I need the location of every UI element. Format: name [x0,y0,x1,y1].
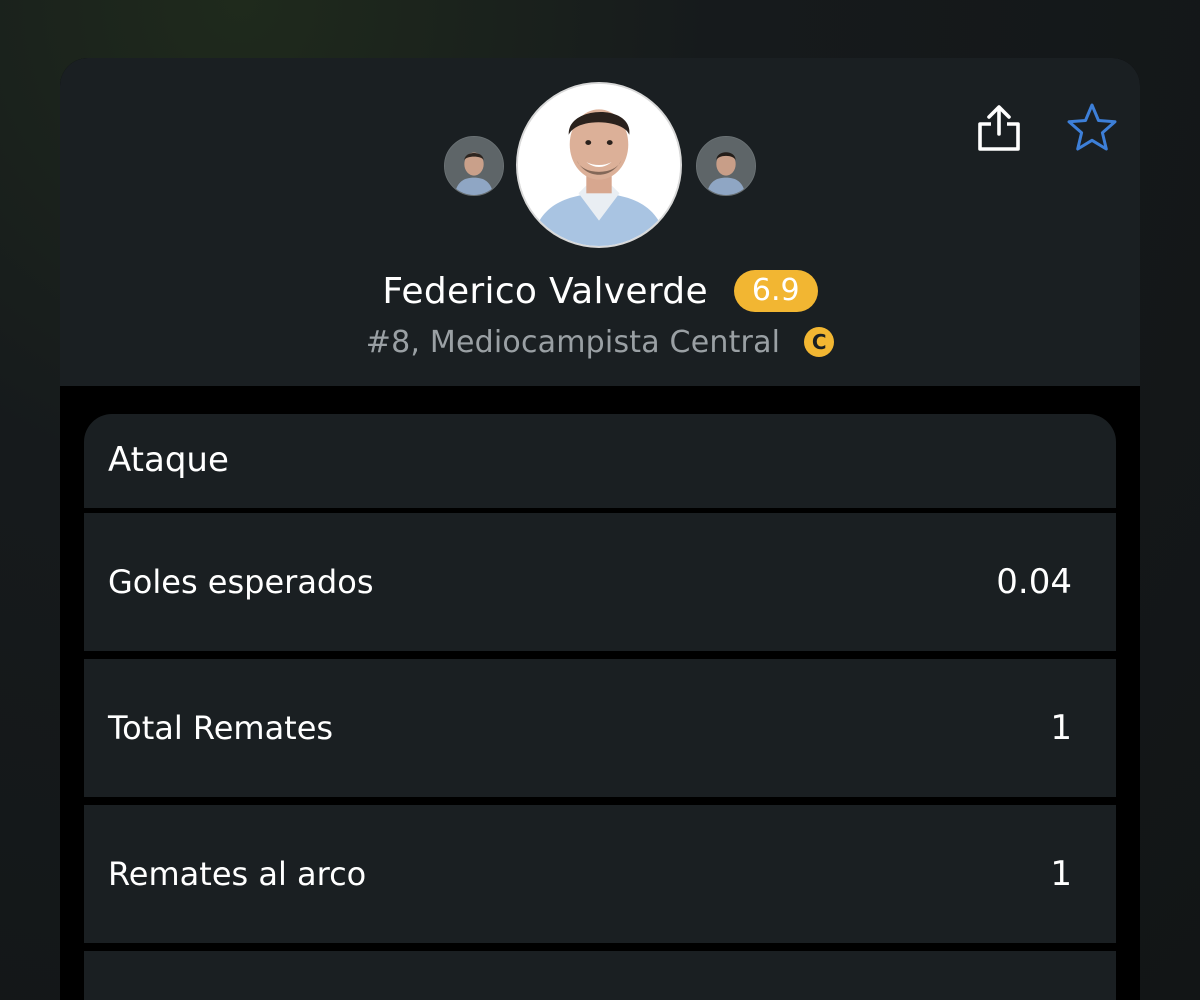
stat-label: Remates al arco [108,855,367,893]
captain-icon: C [804,327,835,357]
player-photo-icon [518,84,680,246]
stat-value: 1 [1050,854,1072,894]
player-header: Federico Valverde 6.9 #8, Mediocampista … [60,58,1140,386]
attack-section-header: Ataque [84,414,1116,508]
player-position-row: #8, Mediocampista Central C [60,320,1140,364]
rating-badge: 6.9 [733,270,818,312]
section-title: Ataque [108,440,229,480]
player-avatar [516,82,682,248]
player-photo-icon [697,137,755,195]
next-player-avatar[interactable] [696,136,756,196]
player-sheet: Federico Valverde 6.9 #8, Mediocampista … [60,58,1140,1000]
share-icon [978,105,1020,151]
favorite-button[interactable] [1064,102,1120,154]
player-name: Federico Valverde [382,270,708,312]
stat-row-total-shots: Total Remates 1 [84,659,1116,797]
player-position: #8, Mediocampista Central [365,324,781,360]
previous-player-avatar[interactable] [444,136,504,196]
player-name-row: Federico Valverde 6.9 [60,266,1140,316]
stat-row-shots-on-target: Remates al arco 1 [84,805,1116,943]
stat-label: Total Remates [108,709,334,747]
stat-row-partial [84,951,1116,1000]
stat-row-expected-goals: Goles esperados 0.04 [84,513,1116,651]
stat-value: 1 [1050,708,1072,748]
player-photo-icon [445,137,503,195]
star-icon [1067,103,1117,151]
share-button[interactable] [974,102,1024,154]
stat-value: 0.04 [996,562,1072,602]
stat-label: Goles esperados [108,563,374,601]
